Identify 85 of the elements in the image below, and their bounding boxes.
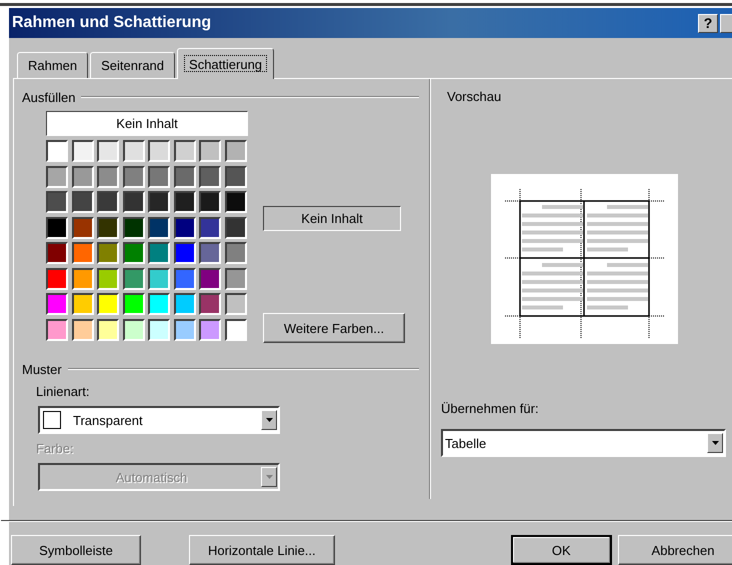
color-swatch[interactable] — [199, 191, 221, 213]
color-swatch[interactable] — [97, 216, 119, 238]
color-swatch[interactable] — [46, 216, 68, 238]
color-swatch[interactable] — [97, 293, 119, 315]
color-swatch[interactable] — [122, 191, 144, 213]
color-swatch[interactable] — [199, 166, 221, 188]
dropdown[interactable]: Transparent — [38, 406, 280, 434]
color-swatch[interactable] — [199, 318, 221, 340]
color-swatch[interactable] — [199, 216, 221, 238]
color-swatch[interactable] — [174, 166, 196, 188]
color-swatch[interactable] — [148, 293, 170, 315]
window-title: Rahmen und Schattierung — [11, 14, 212, 32]
dialog-button[interactable]: Horizontale Linie... — [189, 535, 335, 565]
color-swatch[interactable] — [224, 166, 246, 188]
color-swatch[interactable] — [46, 191, 68, 213]
color-swatch[interactable] — [224, 140, 246, 162]
color-swatch[interactable] — [224, 268, 246, 290]
color-swatch[interactable] — [72, 293, 94, 315]
color-swatch[interactable] — [174, 140, 196, 162]
color-swatch[interactable] — [199, 140, 221, 162]
color-swatch[interactable] — [97, 242, 119, 264]
color-swatch[interactable] — [122, 166, 144, 188]
color-swatch[interactable] — [148, 191, 170, 213]
color-swatch[interactable] — [46, 268, 68, 290]
color-swatch[interactable] — [224, 318, 246, 340]
color-swatch[interactable] — [224, 191, 246, 213]
dialog-button[interactable]: OK — [510, 535, 612, 565]
color-swatch[interactable] — [72, 268, 94, 290]
no-fill-button[interactable]: Kein Inhalt — [46, 111, 248, 136]
dropdown[interactable]: Tabelle — [441, 429, 726, 457]
color-swatch[interactable] — [97, 140, 119, 162]
field-label: Übernehmen für: — [441, 401, 540, 417]
color-swatch[interactable] — [224, 293, 246, 315]
color-swatch[interactable] — [122, 216, 144, 238]
color-swatch[interactable] — [148, 216, 170, 238]
color-swatch[interactable] — [174, 242, 196, 264]
color-swatch[interactable] — [199, 293, 221, 315]
tab[interactable]: Seitenrand — [90, 52, 176, 78]
color-preview-box: Kein Inhalt — [263, 206, 401, 231]
color-swatch[interactable] — [148, 140, 170, 162]
color-swatch[interactable] — [46, 242, 68, 264]
section-heading: Vorschau — [447, 89, 502, 105]
field-label: Linienart: — [36, 384, 90, 400]
color-swatch[interactable] — [72, 166, 94, 188]
color-swatch[interactable] — [174, 293, 196, 315]
color-swatch[interactable] — [148, 166, 170, 188]
field-label: Farbe: — [36, 441, 75, 457]
dialog-button[interactable]: Abbrechen — [618, 535, 732, 565]
color-swatch[interactable] — [174, 191, 196, 213]
color-swatch[interactable] — [97, 268, 119, 290]
color-swatch[interactable] — [46, 318, 68, 340]
color-swatch[interactable] — [97, 318, 119, 340]
color-swatch[interactable] — [148, 318, 170, 340]
color-swatch[interactable] — [122, 268, 144, 290]
color-swatch[interactable] — [72, 216, 94, 238]
color-swatch[interactable] — [224, 242, 246, 264]
color-swatch[interactable] — [122, 242, 144, 264]
color-swatch[interactable] — [148, 242, 170, 264]
color-swatch[interactable] — [46, 140, 68, 162]
color-swatch[interactable] — [148, 268, 170, 290]
more-colors-button[interactable]: Weitere Farben... — [263, 313, 405, 343]
color-swatch[interactable] — [122, 318, 144, 340]
color-swatch[interactable] — [97, 166, 119, 188]
dialog-button[interactable]: Symbolleiste — [11, 535, 141, 565]
color-swatch[interactable] — [72, 140, 94, 162]
color-swatch[interactable] — [174, 318, 196, 340]
tab[interactable]: Rahmen — [17, 52, 88, 78]
color-swatch[interactable] — [199, 242, 221, 264]
section-heading: Muster — [22, 362, 62, 376]
color-swatch[interactable] — [122, 140, 144, 162]
color-swatch[interactable] — [224, 216, 246, 238]
help-button[interactable]: ? — [698, 14, 718, 32]
color-swatch[interactable] — [122, 293, 144, 315]
color-swatch[interactable] — [72, 191, 94, 213]
tab[interactable]: Schattierung — [177, 48, 274, 79]
color-swatch[interactable] — [46, 166, 68, 188]
swatch-icon — [43, 411, 61, 429]
color-swatch[interactable] — [174, 216, 196, 238]
color-swatch[interactable] — [72, 242, 94, 264]
color-swatch[interactable] — [174, 268, 196, 290]
color-swatch[interactable] — [46, 293, 68, 315]
color-swatch[interactable] — [199, 268, 221, 290]
color-swatch[interactable] — [97, 191, 119, 213]
section-heading: Ausfüllen — [22, 90, 76, 104]
color-swatch[interactable] — [72, 318, 94, 340]
